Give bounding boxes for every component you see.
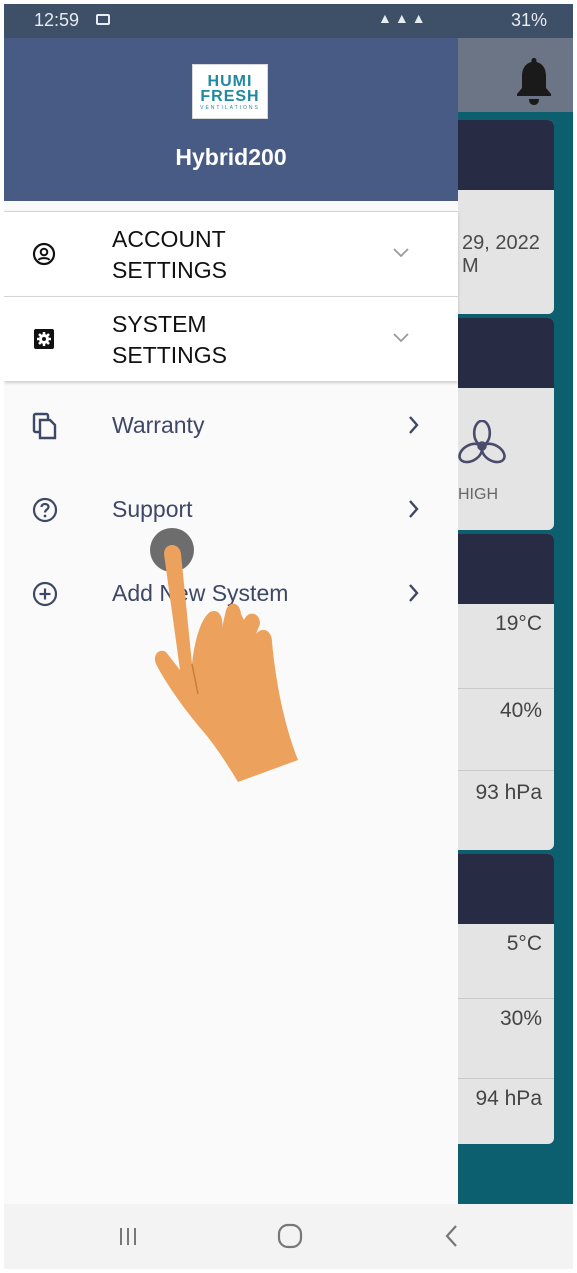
system-settings-label: SYSTEM SETTINGS (112, 309, 227, 371)
account-circle-icon (32, 242, 56, 266)
outdoor-pressure: 94 hPa (458, 1078, 554, 1144)
status-icons: ▲▲▲ (378, 10, 429, 26)
copy-icon (32, 412, 57, 440)
section-label-line1: ACCOUNT (112, 226, 226, 252)
chevron-down-icon (393, 333, 409, 343)
indoor-card: 19°C 40% 93 hPa (458, 534, 554, 850)
menu-item-warranty[interactable]: Warranty (4, 396, 458, 456)
card-header (458, 854, 554, 924)
logo-text-line3: VENTILATIONS (200, 105, 260, 111)
card-header (458, 120, 554, 190)
chevron-right-icon (409, 584, 419, 602)
card-header (458, 318, 554, 388)
drawer-header: HUMI FRESH VENTILATIONS Hybrid200 (4, 38, 458, 201)
battery-level: 31% (510, 10, 547, 30)
humifresh-logo: HUMI FRESH VENTILATIONS (192, 64, 268, 119)
indoor-temperature: 19°C (495, 612, 542, 635)
app-header (458, 38, 573, 112)
time-fragment: M (462, 255, 479, 277)
add-circle-icon (32, 581, 58, 607)
tap-hand-pointer-icon (150, 528, 298, 782)
android-nav-bar (4, 1204, 573, 1269)
indoor-humidity: 40% (458, 688, 554, 770)
card-header (458, 534, 554, 604)
outdoor-temperature: 5°C (506, 932, 542, 955)
outdoor-card: 5°C 30% 94 hPa (458, 854, 554, 1144)
gear-icon (34, 329, 54, 349)
chevron-down-icon (393, 248, 409, 258)
back-icon[interactable] (432, 1218, 472, 1254)
fan-card: HIGH (458, 318, 554, 530)
help-circle-icon (32, 497, 58, 523)
status-bar: 12:59 ▲▲▲ 31% (4, 4, 573, 38)
section-label-line2: SETTINGS (112, 342, 228, 368)
fan-icon (458, 420, 506, 464)
status-time: 12:59 (34, 10, 80, 30)
bell-icon[interactable] (514, 56, 554, 108)
gallery-notification-icon (96, 14, 110, 25)
outdoor-humidity: 30% (458, 998, 554, 1078)
account-settings-section[interactable]: ACCOUNT SETTINGS (4, 211, 458, 296)
date-fragment: 29, 2022 (462, 232, 540, 254)
device-name: Hybrid200 (175, 144, 287, 170)
chevron-right-icon (409, 416, 419, 434)
menu-item-label: Support (112, 496, 193, 522)
indoor-pressure: 93 hPa (458, 770, 554, 850)
fan-speed-label: HIGH (458, 486, 498, 503)
chevron-right-icon (409, 500, 419, 518)
system-settings-section[interactable]: SYSTEM SETTINGS (4, 296, 458, 381)
section-label-line1: SYSTEM (112, 311, 207, 337)
status-card: 29, 2022 M (458, 120, 554, 314)
home-icon[interactable] (270, 1218, 310, 1254)
logo-text-line2: FRESH (200, 88, 260, 105)
menu-item-label: Warranty (112, 412, 205, 438)
logo-text-line1: HUMI (207, 73, 253, 90)
account-settings-label: ACCOUNT SETTINGS (112, 224, 227, 286)
date-text: 29, 2022 M (458, 190, 554, 278)
recent-apps-icon[interactable] (108, 1218, 148, 1254)
phone-screen: 12:59 ▲▲▲ 31% 29, 2022 M HIGH 19°C 40% 9… (4, 4, 573, 1269)
section-label-line2: SETTINGS (112, 257, 228, 283)
